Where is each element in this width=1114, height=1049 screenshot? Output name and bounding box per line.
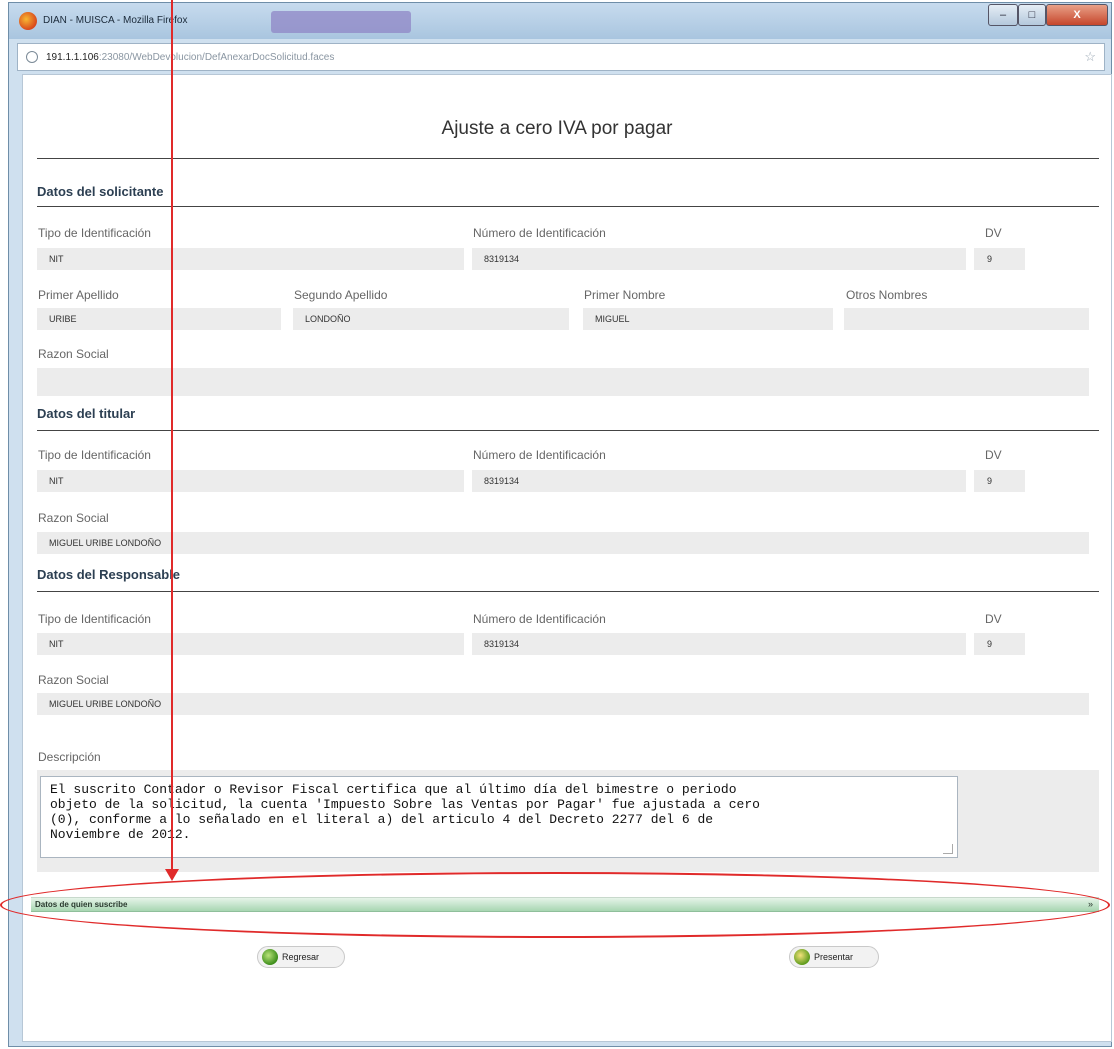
page-title: Ajuste a cero IVA por pagar <box>441 118 673 139</box>
url-path: :23080/WebDevolucion/DefAnexarDocSolicit… <box>98 52 335 63</box>
label-primer-apellido: Primer Apellido <box>38 288 119 302</box>
field-otros-nombres[interactable] <box>844 308 1089 330</box>
label-dv: DV <box>985 226 1002 240</box>
label-tipo-identificacion: Tipo de Identificación <box>38 612 151 626</box>
field-dv[interactable]: 9 <box>974 470 1025 492</box>
field-tipo-identificacion[interactable]: NIT <box>37 248 464 270</box>
section-divider-titular <box>37 430 1099 431</box>
label-numero-identificacion: Número de Identificación <box>473 448 606 462</box>
expand-icon[interactable]: » <box>1088 899 1093 909</box>
label-tipo-identificacion: Tipo de Identificación <box>38 448 151 462</box>
section-heading-titular: Datos del titular <box>37 406 136 421</box>
field-razon-social[interactable]: MIGUEL URIBE LONDOÑO <box>37 693 1089 715</box>
title-divider <box>37 158 1099 159</box>
title-bar: DIAN - MUISCA - Mozilla Firefox – □ X <box>9 3 1111 39</box>
label-segundo-apellido: Segundo Apellido <box>294 288 388 302</box>
url-host: 191.1.1.106 <box>46 52 99 63</box>
label-razon-social: Razon Social <box>38 347 109 361</box>
annotation-arrow-line <box>171 0 173 874</box>
address-bar[interactable]: 191.1.1.106:23080/WebDevolucion/DefAnexa… <box>17 43 1105 71</box>
label-razon-social: Razon Social <box>38 511 109 525</box>
present-button-label: Presentar <box>814 952 854 962</box>
url-text[interactable]: 191.1.1.106:23080/WebDevolucion/DefAnexa… <box>46 52 334 63</box>
close-button[interactable]: X <box>1046 4 1108 26</box>
field-numero-identificacion[interactable]: 8319134 <box>472 470 966 492</box>
firefox-icon <box>19 12 37 30</box>
back-button-label: Regresar <box>282 952 320 962</box>
section-heading-solicitante: Datos del solicitante <box>37 184 164 199</box>
field-primer-apellido[interactable]: URIBE <box>37 308 281 330</box>
field-numero-identificacion[interactable]: 8319134 <box>472 633 966 655</box>
field-razon-social[interactable]: MIGUEL URIBE LONDOÑO <box>37 532 1089 554</box>
label-dv: DV <box>985 612 1002 626</box>
section-heading-responsable: Datos del Responsable <box>37 567 181 582</box>
field-dv[interactable]: 9 <box>974 248 1025 270</box>
label-primer-nombre: Primer Nombre <box>584 288 666 302</box>
descripcion-textarea[interactable]: El suscrito Contador o Revisor Fiscal ce… <box>40 776 958 858</box>
label-descripcion: Descripción <box>38 750 101 764</box>
resize-grip[interactable] <box>943 844 953 854</box>
minimize-button[interactable]: – <box>988 4 1018 26</box>
window-title: DIAN - MUISCA - Mozilla Firefox <box>43 15 188 26</box>
back-button[interactable]: Regresar <box>257 946 345 968</box>
field-tipo-identificacion[interactable]: NIT <box>37 633 464 655</box>
label-numero-identificacion: Número de Identificación <box>473 226 606 240</box>
present-button[interactable]: Presentar <box>789 946 879 968</box>
field-dv[interactable]: 9 <box>974 633 1025 655</box>
section-divider-solicitante <box>37 206 1099 207</box>
field-numero-identificacion[interactable]: 8319134 <box>472 248 966 270</box>
window-title-overlay <box>271 11 411 33</box>
field-segundo-apellido[interactable]: LONDOÑO <box>293 308 569 330</box>
label-tipo-identificacion: Tipo de Identificación <box>38 226 151 240</box>
label-numero-identificacion: Número de Identificación <box>473 612 606 626</box>
maximize-button[interactable]: □ <box>1018 4 1046 26</box>
suscribe-section-bar[interactable]: Datos de quien suscribe » <box>31 897 1099 912</box>
present-icon <box>794 949 810 965</box>
globe-icon <box>26 51 38 63</box>
label-otros-nombres: Otros Nombres <box>846 288 928 302</box>
annotation-arrow-head <box>165 869 179 881</box>
field-tipo-identificacion[interactable]: NIT <box>37 470 464 492</box>
descripcion-text: El suscrito Contador o Revisor Fiscal ce… <box>50 782 760 842</box>
field-primer-nombre[interactable]: MIGUEL <box>583 308 833 330</box>
suscribe-section-label: Datos de quien suscribe <box>35 900 128 909</box>
section-divider-responsable <box>37 591 1099 592</box>
label-dv: DV <box>985 448 1002 462</box>
back-arrow-icon <box>262 949 278 965</box>
bookmark-star-icon[interactable]: ☆ <box>1084 49 1096 65</box>
field-razon-social[interactable] <box>37 368 1089 396</box>
label-razon-social: Razon Social <box>38 673 109 687</box>
